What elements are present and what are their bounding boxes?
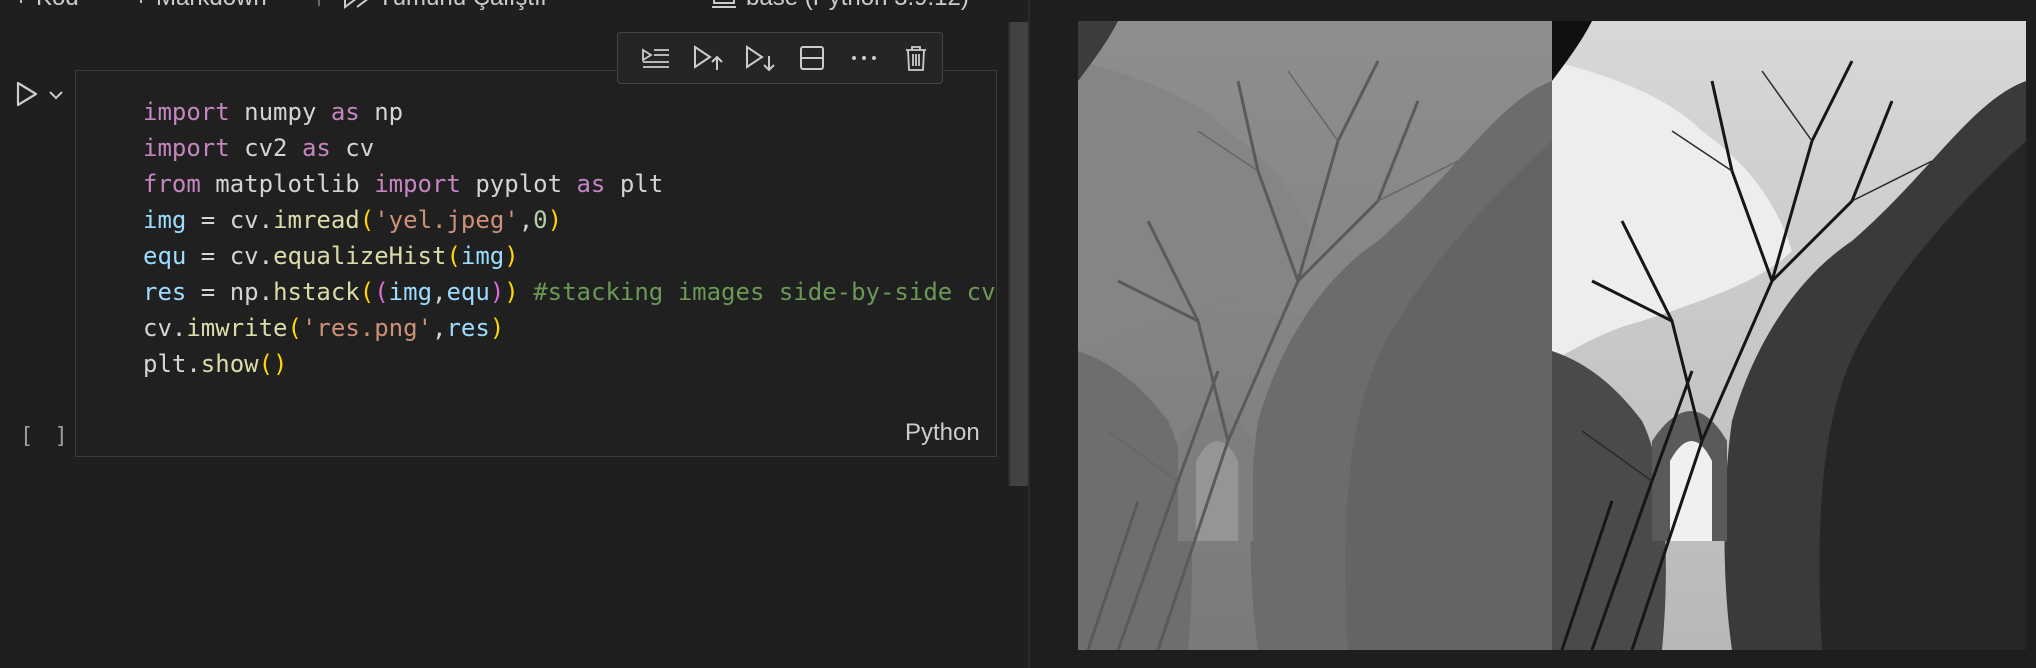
code-line[interactable]: import cv2 as cv [143,130,996,166]
code-line[interactable]: import numpy as np [143,94,996,130]
run-all-label: Tümünü Çalıştır [378,0,549,12]
add-markdown-label: Markdown [156,0,267,12]
notebook-editor: + Kod + Markdown Tümünü Çalıştır base (P… [0,0,1028,668]
code-token: ) [504,242,519,270]
code-token: ) [504,278,519,306]
execution-count: [ ] [20,424,72,449]
kernel-label: base (Python 3.9.12) [746,0,969,12]
code-token: plt. [143,350,201,378]
code-token: import [143,134,230,162]
plus-icon: + [14,0,28,12]
code-token: 'yel.jpeg' [374,206,519,234]
kernel-picker[interactable]: base (Python 3.9.12) [710,0,969,12]
notebook-toolbar: + Kod + Markdown Tümünü Çalıştır base (P… [0,0,1010,20]
code-line[interactable]: res = np.hstack((img,equ)) #stacking ima… [143,274,996,310]
code-token: () [258,350,288,378]
execute-above-icon[interactable] [630,38,682,78]
code-token: , [432,314,447,342]
code-token: ( [374,278,389,306]
code-token: , [518,206,534,234]
code-token: res [446,314,490,342]
code-token: ( [287,314,302,342]
original-grayscale-image [1078,21,1552,650]
more-icon[interactable] [838,38,890,78]
code-line[interactable]: img = cv.imread('yel.jpeg',0) [143,202,996,238]
toolbar-divider [318,0,320,6]
code-token: ) [547,206,563,234]
code-token: as [301,134,331,162]
code-token: ) [489,278,505,306]
delete-icon[interactable] [890,38,942,78]
cell-run-controls [14,80,64,113]
code-token: img [143,206,187,234]
plus-icon: + [134,0,148,12]
add-markdown-button[interactable]: + Markdown [134,0,267,12]
add-code-button[interactable]: + Kod [14,0,79,12]
run-all-icon [342,0,370,11]
code-token: hstack [273,278,360,306]
code-token: import [143,98,230,126]
kernel-icon [710,0,738,11]
code-token: = cv. [186,242,274,270]
code-token: as [330,98,360,126]
code-token: ( [359,278,375,306]
chevron-down-icon[interactable] [48,88,64,106]
split-cell-icon[interactable] [786,38,838,78]
code-line[interactable]: from matplotlib import pyplot as plt [143,166,996,202]
run-above-icon[interactable] [682,38,734,78]
code-token: #stacking images side-by-side cv [533,278,996,306]
code-token: img [460,242,505,270]
code-token: ) [489,314,505,342]
code-editor[interactable]: import numpy as np import cv2 as cv from m… [143,94,996,382]
run-all-button[interactable]: Tümünü Çalıştır [342,0,549,12]
code-token: 0 [533,206,548,234]
code-token: ( [359,206,375,234]
code-line[interactable]: equ = cv.equalizeHist(img) [143,238,996,274]
code-token: = np. [186,278,274,306]
code-token: equ [143,242,187,270]
code-token: = cv. [186,206,274,234]
code-token: show [200,350,259,378]
cell-toolbar [617,32,943,84]
code-token: numpy [229,98,331,126]
code-token: pyplot [460,170,577,198]
code-token: from [143,170,201,198]
cell-language-label[interactable]: Python [905,419,980,447]
code-token: cv. [143,314,187,342]
code-token: ( [446,242,461,270]
code-line[interactable]: plt.show() [143,346,996,382]
run-below-icon[interactable] [734,38,786,78]
run-cell-icon[interactable] [14,80,40,113]
code-token: equalizeHist [273,242,447,270]
code-token: res [143,278,187,306]
add-code-label: Kod [36,0,79,12]
code-token: img [388,278,433,306]
code-token: plt [605,170,664,198]
code-line[interactable]: cv.imwrite('res.png',res) [143,310,996,346]
code-token: imread [273,206,360,234]
code-token: cv2 [229,134,302,162]
histogram-equalized-image [1552,21,2026,650]
code-token: imwrite [186,314,288,342]
notebook-window: + Kod + Markdown Tümünü Çalıştır base (P… [0,0,2036,668]
code-token: , [432,278,447,306]
code-token: np [359,98,404,126]
code-token: matplotlib [200,170,375,198]
code-token: cv [330,134,375,162]
code-token: import [374,170,461,198]
scrollbar-thumb[interactable] [1010,22,1028,486]
code-token: as [576,170,606,198]
code-token: equ [446,278,490,306]
code-token: 'res.png' [301,314,433,342]
